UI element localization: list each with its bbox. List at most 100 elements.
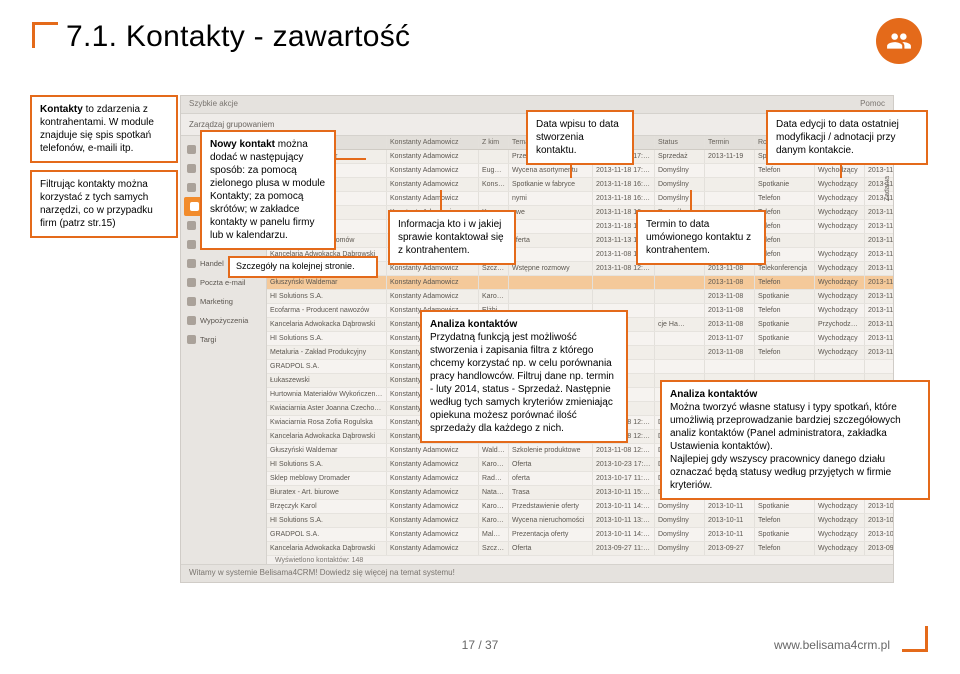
table-cell: Domyślny (655, 542, 705, 555)
table-cell: Domyślny (655, 514, 705, 527)
status-welcome: Witamy w systemie Belisama4CRM! Dowiedz … (189, 568, 455, 577)
table-cell: 2013-10-11 14:50… (593, 528, 655, 541)
table-cell: Sprzedaż (655, 150, 705, 163)
table-cell: 2013-10-11 (705, 514, 755, 527)
table-cell: HI Solutions S.A. (267, 290, 387, 303)
table-cell: Karol Wierzejski (479, 514, 509, 527)
table-cell: GRADPOL S.A. (267, 360, 387, 373)
table-cell: 2013-11-15 11:03:23 (865, 290, 893, 303)
help-link[interactable]: Pomoc (860, 99, 885, 108)
column-header[interactable]: Konstanty Adamowicz (387, 136, 479, 149)
sidebar-item-icon (187, 278, 196, 287)
table-row[interactable]: Zakład ObróbkiKonstanty AdamowiczKonstan… (267, 178, 893, 192)
table-cell: Karol Wierzejski (479, 458, 509, 471)
table-cell: Waldemar Głuszy… (479, 444, 509, 457)
table-row[interactable]: Głuszyński WaldemarKonstanty Adamowicz20… (267, 276, 893, 290)
column-header[interactable]: Status (655, 136, 705, 149)
table-row[interactable]: HI Solutions S.A.Konstanty AdamowiczKaro… (267, 514, 893, 528)
table-cell: 2013-11-08 12:24… (593, 444, 655, 457)
table-cell (655, 276, 705, 289)
table-row[interactable]: Konstanty Adamowicz2013-11-18 16:55…Prze… (267, 220, 893, 234)
table-row[interactable]: Granitex SJ - Skup złomówKonstanty Adamo… (267, 234, 893, 248)
annotation-contacts-module: Kontakty to zdarzenia z kontrahentami. W… (30, 95, 178, 163)
table-cell: 2013-11-19 (705, 150, 755, 163)
sidebar-item-icon (190, 202, 199, 211)
table-cell: Ecofarma - Producent nawozów (267, 304, 387, 317)
sidebar-item-label: Targi (200, 335, 216, 344)
table-cell: Spotkanie (755, 332, 815, 345)
column-header[interactable]: Z kim (479, 136, 509, 149)
quick-actions-label: Szybkie akcje (189, 99, 238, 108)
table-cell: Natalia Bogacka (479, 486, 509, 499)
tasks-side-tab[interactable]: Zadania (884, 176, 891, 201)
table-cell (865, 360, 893, 373)
table-cell (593, 290, 655, 303)
annotation-term: Termin to data umówionego kontaktu z kon… (636, 210, 766, 265)
table-row[interactable]: Cyfrodruk Sp. z o.o.Konstanty Adamowiczn… (267, 192, 893, 206)
table-cell: Telefon (755, 346, 815, 359)
table-cell: Spotkanie (755, 290, 815, 303)
table-cell: 2013-10-11 15:00… (593, 486, 655, 499)
table-cell: 2013-10-17 14:01:23 (865, 528, 893, 541)
table-cell: 2013-11-18 16:57:12 (865, 206, 893, 219)
sidebar-item[interactable]: Marketing (181, 292, 266, 311)
table-row[interactable]: Kancelaria Adwokacka DąbrowskiKonstanty … (267, 542, 893, 556)
table-cell: Spotkanie (755, 318, 815, 331)
table-cell: Wychodzący (815, 332, 865, 345)
table-cell: Oferta (509, 542, 593, 555)
table-cell (655, 304, 705, 317)
table-cell (509, 276, 593, 289)
column-header[interactable]: Termin (705, 136, 755, 149)
table-cell: Wychodzący (815, 220, 865, 233)
table-cell: 2013-10-11 13:50… (593, 514, 655, 527)
table-row[interactable]: HI Solutions S.A.Konstanty AdamowiczKaro… (267, 290, 893, 304)
table-cell: Metaluria - Zakład Produkcyjny (267, 346, 387, 359)
table-cell: 2013-11-08 12:22:02 (865, 304, 893, 317)
page-title: 7.1. Kontakty - zawartość (66, 20, 410, 54)
table-cell: Konstanty Adamowicz (387, 178, 479, 191)
table-cell (509, 220, 593, 233)
table-row[interactable]: HI Solutions S.A.Konstanty AdamowiczEuge… (267, 164, 893, 178)
table-cell: Spotkanie (755, 178, 815, 191)
corner-decoration-se (902, 626, 928, 652)
annotation-filtering: Filtrując kontakty można korzystać z tyc… (30, 170, 178, 238)
table-cell: Trasa (509, 486, 593, 499)
table-cell: Wychodzący (815, 528, 865, 541)
sidebar-item[interactable]: Wypożyczenia (181, 311, 266, 330)
table-cell: Wychodzący (815, 248, 865, 261)
table-cell (705, 178, 755, 191)
filter-group-label[interactable]: Zarządzaj grupowaniem (189, 120, 274, 129)
sidebar-item[interactable]: Targi (181, 330, 266, 349)
table-row[interactable]: Brzęczyk KarolKonstanty AdamowiczKarol B… (267, 500, 893, 514)
table-cell: Hurtownia Materiałów Wykończeniowych TA… (267, 388, 387, 401)
table-cell: Wychodzący (815, 206, 865, 219)
table-cell: Konstanty Adamowicz (387, 528, 479, 541)
grid-footer-count: Wyświetlono kontaktów: 148 (267, 556, 893, 564)
table-cell (655, 346, 705, 359)
table-cell: Konstanty Adamowicz (387, 542, 479, 555)
table-cell: Eugenia… (479, 164, 509, 177)
table-row[interactable]: GRADPOL S.A.Konstanty AdamowiczMalwina K… (267, 528, 893, 542)
table-cell: Radosław Graham (479, 472, 509, 485)
table-cell: Kwiaciarnia Rosa Zofia Rogulska (267, 416, 387, 429)
table-cell: Wychodzący (815, 542, 865, 555)
table-cell: Telefon (755, 192, 815, 205)
table-cell: Konstanty Adamowicz (387, 514, 479, 527)
table-cell (593, 276, 655, 289)
sidebar-item-icon (187, 297, 196, 306)
table-cell: Konstanty Adamowicz (387, 458, 479, 471)
table-cell: Wychodzący (815, 304, 865, 317)
corner-decoration-nw (32, 22, 58, 48)
table-cell: Wychodzący (815, 346, 865, 359)
table-cell: 2013-11-08 (705, 318, 755, 331)
table-row[interactable]: Biuratex - Art.Konstanty AdamowiczKonsta… (267, 206, 893, 220)
table-cell: HI Solutions S.A. (267, 514, 387, 527)
table-cell: 2013-11-08 14:59:30 (865, 262, 893, 275)
annotation-date-created: Data wpisu to data stworzenia kontaktu. (526, 110, 634, 165)
table-cell (655, 360, 705, 373)
table-cell: 2013-11-08 14:58:08 (865, 318, 893, 331)
table-cell: 2013-10-11 (705, 528, 755, 541)
table-cell: Wychodzący (815, 500, 865, 513)
table-cell: Głuszyński Waldemar (267, 276, 387, 289)
table-cell: Konstanty Adamowicz (387, 472, 479, 485)
